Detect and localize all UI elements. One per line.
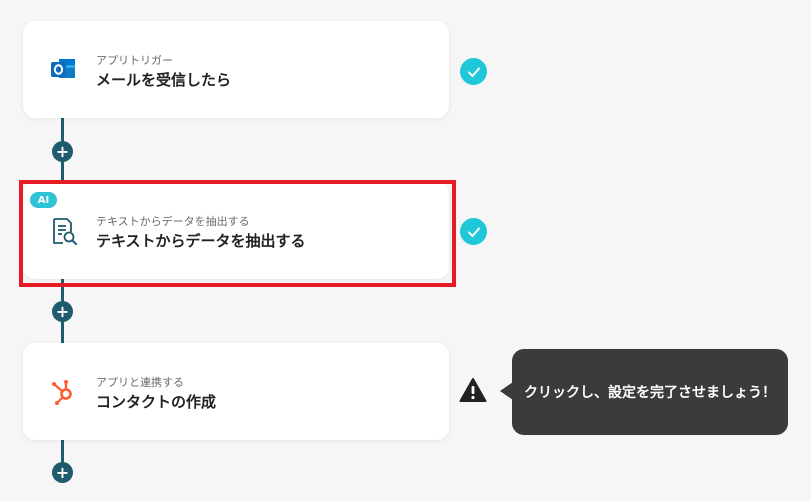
setup-tooltip: クリックし、設定を完了させましょう！ [512, 349, 788, 435]
add-step-button[interactable]: + [52, 462, 73, 483]
add-step-button[interactable]: + [52, 141, 73, 162]
hubspot-icon [48, 377, 78, 407]
check-icon [460, 58, 487, 85]
step-title: メールを受信したら [96, 71, 232, 89]
check-icon [460, 218, 487, 245]
step-title: コンタクトの作成 [96, 393, 217, 411]
tooltip-text: クリックし、設定を完了させましょう！ [524, 385, 776, 401]
step-card-create-contact[interactable]: アプリと連携する コンタクトの作成 [23, 343, 449, 440]
warning-icon [459, 377, 487, 403]
outlook-icon [48, 54, 78, 84]
step-subtitle: アプリトリガー [96, 54, 173, 67]
step-card-trigger[interactable]: アプリトリガー メールを受信したら [23, 21, 449, 118]
selected-step-highlight [19, 180, 456, 287]
step-subtitle: アプリと連携する [96, 376, 184, 389]
ai-badge: AI [30, 192, 57, 208]
add-step-button[interactable]: + [52, 301, 73, 322]
